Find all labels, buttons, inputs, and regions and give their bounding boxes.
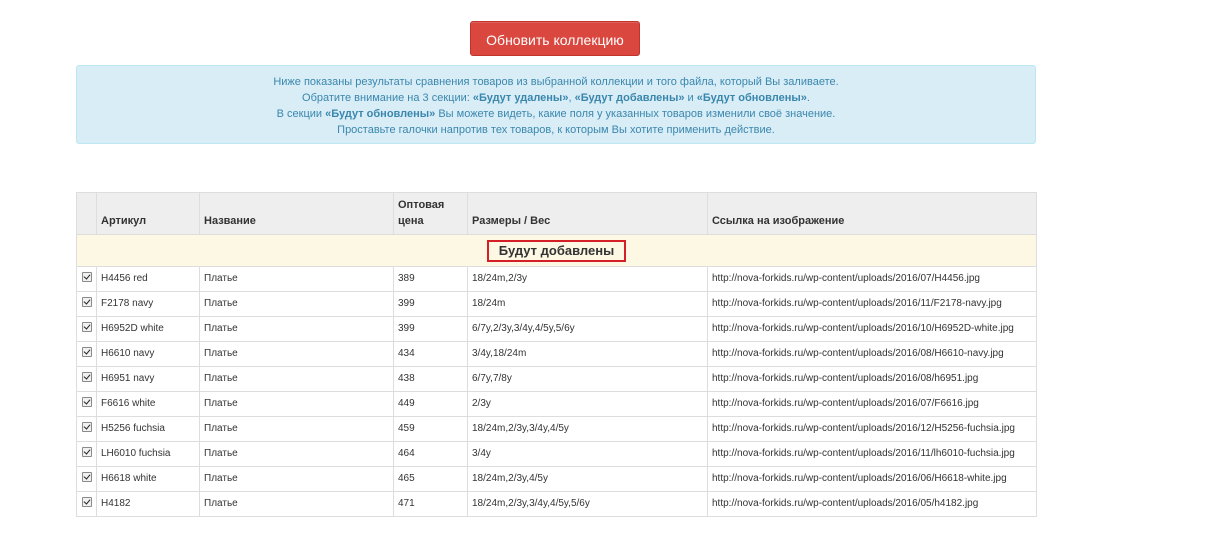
- sizes-cell: 18/24m,2/3y,3/4y,4/5y,5/6y: [467, 491, 708, 517]
- header-name[interactable]: Название: [199, 192, 394, 235]
- header-sizes[interactable]: Размеры / Вес: [467, 192, 708, 235]
- name-cell: Платье: [199, 366, 394, 392]
- image-url-cell: http://nova-forkids.ru/wp-content/upload…: [707, 391, 1037, 417]
- price-cell: 465: [393, 466, 468, 492]
- sku-cell: LH6010 fuchsia: [96, 441, 200, 467]
- image-url-cell: http://nova-forkids.ru/wp-content/upload…: [707, 366, 1037, 392]
- row-checkbox[interactable]: [81, 397, 92, 407]
- price-cell: 399: [393, 316, 468, 342]
- table-row: F2178 navy Платье 399 18/24m http://nova-for…: [76, 291, 1037, 317]
- price-cell: 464: [393, 441, 468, 467]
- sku-cell: F6616 white: [96, 391, 200, 417]
- row-checkbox[interactable]: [81, 297, 92, 307]
- section-label-added: Будут добавлены: [486, 240, 627, 262]
- table-row: H5256 fuchsia Платье 459 18/24m,2/3y,3/4y,4…: [76, 416, 1037, 442]
- select-cell: [76, 441, 97, 467]
- name-cell: Платье: [199, 291, 394, 317]
- sizes-cell: 3/4y,18/24m: [467, 341, 708, 367]
- image-url-cell: http://nova-forkids.ru/wp-content/upload…: [707, 291, 1037, 317]
- comparison-table: Артикул Название Оптовая цена Размеры / …: [76, 192, 1037, 517]
- table-row: H4182 Платье 471 18/24m,2/3y,3/4y,4/5y,5/6y…: [76, 491, 1037, 517]
- name-cell: Платье: [199, 341, 394, 367]
- sizes-cell: 18/24m,2/3y: [467, 266, 708, 292]
- sku-cell: H4456 red: [96, 266, 200, 292]
- table-row: H6618 white Платье 465 18/24m,2/3y,4/5y http…: [76, 466, 1037, 492]
- image-url-cell: http://nova-forkids.ru/wp-content/upload…: [707, 266, 1037, 292]
- sku-cell: F2178 navy: [96, 291, 200, 317]
- sizes-cell: 3/4y: [467, 441, 708, 467]
- price-cell: 438: [393, 366, 468, 392]
- price-cell: 434: [393, 341, 468, 367]
- sizes-cell: 18/24m: [467, 291, 708, 317]
- price-cell: 399: [393, 291, 468, 317]
- table-row: H6951 navy Платье 438 6/7y,7/8y http://nova-…: [76, 366, 1037, 392]
- price-cell: 449: [393, 391, 468, 417]
- select-cell: [76, 341, 97, 367]
- image-url-cell: http://nova-forkids.ru/wp-content/upload…: [707, 316, 1037, 342]
- sku-cell: H6610 navy: [96, 341, 200, 367]
- update-collection-button[interactable]: Обновить коллекцию: [470, 21, 640, 56]
- sizes-cell: 18/24m,2/3y,4/5y: [467, 466, 708, 492]
- info-line-2: Обратите внимание на 3 секции: «Будут уд…: [302, 92, 810, 104]
- table-row: LH6010 fuchsia Платье 464 3/4y http://nova-f…: [76, 441, 1037, 467]
- name-cell: Платье: [199, 441, 394, 467]
- name-cell: Платье: [199, 466, 394, 492]
- select-cell: [76, 316, 97, 342]
- header-price[interactable]: Оптовая цена: [393, 192, 468, 235]
- sizes-cell: 6/7y,2/3y,3/4y,4/5y,5/6y: [467, 316, 708, 342]
- table-row: F6616 white Платье 449 2/3y http://nova-fork…: [76, 391, 1037, 417]
- table-row: H6952D white Платье 399 6/7y,2/3y,3/4y,4/5y…: [76, 316, 1037, 342]
- image-url-cell: http://nova-forkids.ru/wp-content/upload…: [707, 466, 1037, 492]
- info-line-4: Проставьте галочки напротив тех товаров,…: [337, 124, 775, 136]
- table-header-row: Артикул Название Оптовая цена Размеры / …: [76, 192, 1037, 235]
- price-cell: 389: [393, 266, 468, 292]
- name-cell: Платье: [199, 266, 394, 292]
- section-row: Будут добавлены: [76, 234, 1037, 267]
- sku-cell: H4182: [96, 491, 200, 517]
- table-row: H6610 navy Платье 434 3/4y,18/24m http://nov…: [76, 341, 1037, 367]
- select-cell: [76, 491, 97, 517]
- info-line-3: В секции «Будут обновлены» Вы можете вид…: [276, 108, 836, 120]
- name-cell: Платье: [199, 491, 394, 517]
- image-url-cell: http://nova-forkids.ru/wp-content/upload…: [707, 341, 1037, 367]
- image-url-cell: http://nova-forkids.ru/wp-content/upload…: [707, 491, 1037, 517]
- price-cell: 459: [393, 416, 468, 442]
- select-cell: [76, 266, 97, 292]
- info-line-1: Ниже показаны результаты сравнения товар…: [273, 76, 839, 88]
- select-cell: [76, 291, 97, 317]
- sizes-cell: 2/3y: [467, 391, 708, 417]
- table-row: H4456 red Платье 389 18/24m,2/3y http://nova…: [76, 266, 1037, 292]
- name-cell: Платье: [199, 316, 394, 342]
- row-checkbox[interactable]: [81, 422, 92, 432]
- info-alert: Ниже показаны результаты сравнения товар…: [76, 65, 1036, 144]
- row-checkbox[interactable]: [81, 472, 92, 482]
- row-checkbox[interactable]: [81, 272, 92, 282]
- header-image-url[interactable]: Ссылка на изображение: [707, 192, 1037, 235]
- name-cell: Платье: [199, 416, 394, 442]
- sizes-cell: 18/24m,2/3y,3/4y,4/5y: [467, 416, 708, 442]
- select-cell: [76, 366, 97, 392]
- select-cell: [76, 416, 97, 442]
- row-checkbox[interactable]: [81, 447, 92, 457]
- row-checkbox[interactable]: [81, 347, 92, 357]
- select-cell: [76, 466, 97, 492]
- price-cell: 471: [393, 491, 468, 517]
- row-checkbox[interactable]: [81, 322, 92, 332]
- select-cell: [76, 391, 97, 417]
- sku-cell: H6618 white: [96, 466, 200, 492]
- header-sku[interactable]: Артикул: [96, 192, 200, 235]
- row-checkbox[interactable]: [81, 372, 92, 382]
- image-url-cell: http://nova-forkids.ru/wp-content/upload…: [707, 416, 1037, 442]
- row-checkbox[interactable]: [81, 497, 92, 507]
- header-select: [76, 192, 97, 235]
- image-url-cell: http://nova-forkids.ru/wp-content/upload…: [707, 441, 1037, 467]
- sku-cell: H6952D white: [96, 316, 200, 342]
- sizes-cell: 6/7y,7/8y: [467, 366, 708, 392]
- name-cell: Платье: [199, 391, 394, 417]
- sku-cell: H6951 navy: [96, 366, 200, 392]
- sku-cell: H5256 fuchsia: [96, 416, 200, 442]
